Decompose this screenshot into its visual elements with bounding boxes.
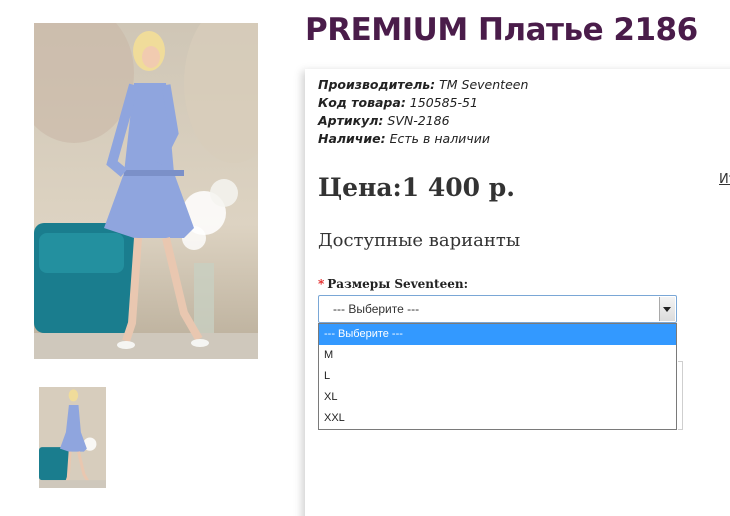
spec-value: TM Seventeen	[439, 77, 529, 92]
dress-photo-illustration	[34, 23, 258, 359]
product-info-panel: Производитель: TM Seventeen Код товара: …	[305, 69, 730, 516]
dropdown-option[interactable]: L	[319, 366, 676, 387]
price-label: Цена:	[318, 173, 402, 202]
spec-key: Код товара:	[318, 95, 406, 110]
spec-value: SVN-2186	[387, 113, 450, 128]
side-link[interactable]: Ит	[719, 172, 730, 187]
thumbnail-illustration	[39, 387, 106, 488]
dropdown-option[interactable]: XXL	[319, 408, 676, 429]
product-page: PREMIUM Платье 2186 Производитель: TM Se…	[0, 0, 730, 516]
dropdown-option[interactable]: M	[319, 345, 676, 366]
spec-key: Наличие:	[318, 131, 386, 146]
product-specs: Производитель: TM Seventeen Код товара: …	[318, 76, 528, 148]
spec-key: Артикул:	[318, 113, 384, 128]
size-select[interactable]: --- Выберите ---	[318, 295, 677, 323]
size-select-value: --- Выберите ---	[333, 302, 420, 316]
size-label-text: Размеры Seventeen:	[327, 277, 468, 291]
required-mark: *	[318, 277, 325, 291]
options-heading: Доступные варианты	[318, 230, 521, 251]
dropdown-option[interactable]: XL	[319, 387, 676, 408]
price-value: 1 400 р.	[401, 173, 515, 202]
dropdown-option[interactable]: --- Выберите ---	[319, 324, 676, 345]
spec-value: 150585-51	[409, 95, 478, 110]
spec-product-code: Код товара: 150585-51	[318, 94, 528, 112]
size-label: * Размеры Seventeen:	[318, 277, 468, 291]
chevron-down-icon[interactable]	[659, 297, 675, 321]
product-thumbnail[interactable]	[39, 387, 106, 488]
product-title: PREMIUM Платье 2186	[305, 12, 698, 48]
price: Цена:1 400 р.	[318, 173, 515, 202]
spec-value: Есть в наличии	[389, 131, 490, 146]
main-product-image[interactable]	[34, 23, 258, 359]
spec-key: Производитель:	[318, 77, 436, 92]
size-dropdown-list: --- Выберите --- M L XL XXL	[318, 323, 677, 430]
obscured-field	[678, 361, 683, 430]
spec-manufacturer: Производитель: TM Seventeen	[318, 76, 528, 94]
spec-article: Артикул: SVN-2186	[318, 112, 528, 130]
spec-availability: Наличие: Есть в наличии	[318, 130, 528, 148]
